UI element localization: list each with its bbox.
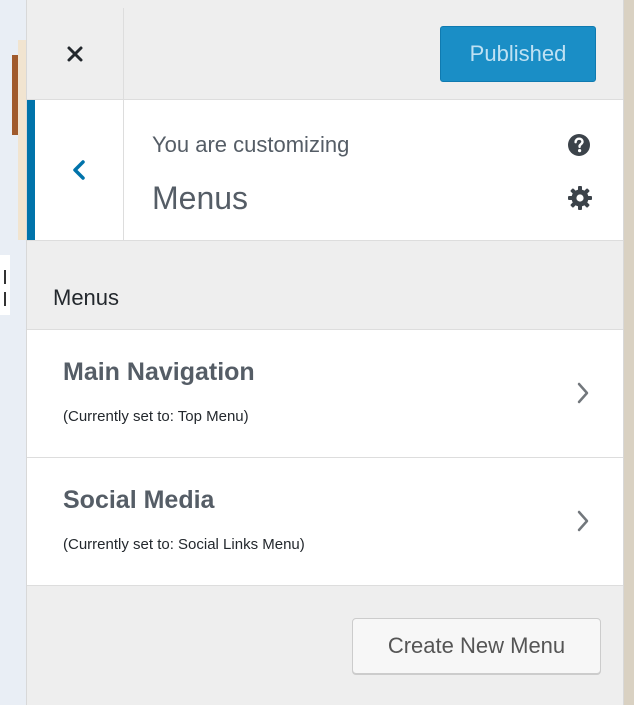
menu-item-main-navigation[interactable]: Main Navigation (Currently set to: Top M… <box>27 330 623 458</box>
menu-item-title: Main Navigation <box>63 358 255 386</box>
chevron-right-icon <box>577 510 589 532</box>
close-button[interactable] <box>27 8 124 99</box>
background-fragment <box>4 270 6 284</box>
menu-item-subtitle: (Currently set to: Social Links Menu) <box>63 536 305 553</box>
chevron-left-icon <box>73 160 85 180</box>
menu-item-social-media[interactable]: Social Media (Currently set to: Social L… <box>27 458 623 586</box>
published-button[interactable]: Published <box>440 26 596 82</box>
customizing-label: You are customizing <box>152 132 350 157</box>
create-new-menu-button[interactable]: Create New Menu <box>352 618 601 674</box>
section-title: Menus <box>152 180 249 216</box>
active-accent-bar <box>27 100 35 240</box>
close-icon <box>67 46 83 61</box>
background-fragment <box>18 40 26 240</box>
menu-item-subtitle: (Currently set to: Top Menu) <box>63 408 249 425</box>
background-fragment <box>4 292 6 306</box>
help-icon[interactable] <box>567 133 591 157</box>
customizer-header: Published <box>27 0 623 100</box>
page-background-strip <box>0 0 26 705</box>
menus-heading-label: Menus <box>53 285 120 310</box>
back-button[interactable] <box>35 100 124 240</box>
gear-icon[interactable] <box>567 185 593 211</box>
menu-item-title: Social Media <box>63 486 215 514</box>
background-fragment <box>0 255 10 315</box>
customizer-panel: Published You are customizing Menus Menu… <box>26 0 624 705</box>
menus-section-heading: Menus <box>27 241 623 330</box>
chevron-right-icon <box>577 382 589 404</box>
customizing-info: You are customizing Menus <box>27 100 623 241</box>
